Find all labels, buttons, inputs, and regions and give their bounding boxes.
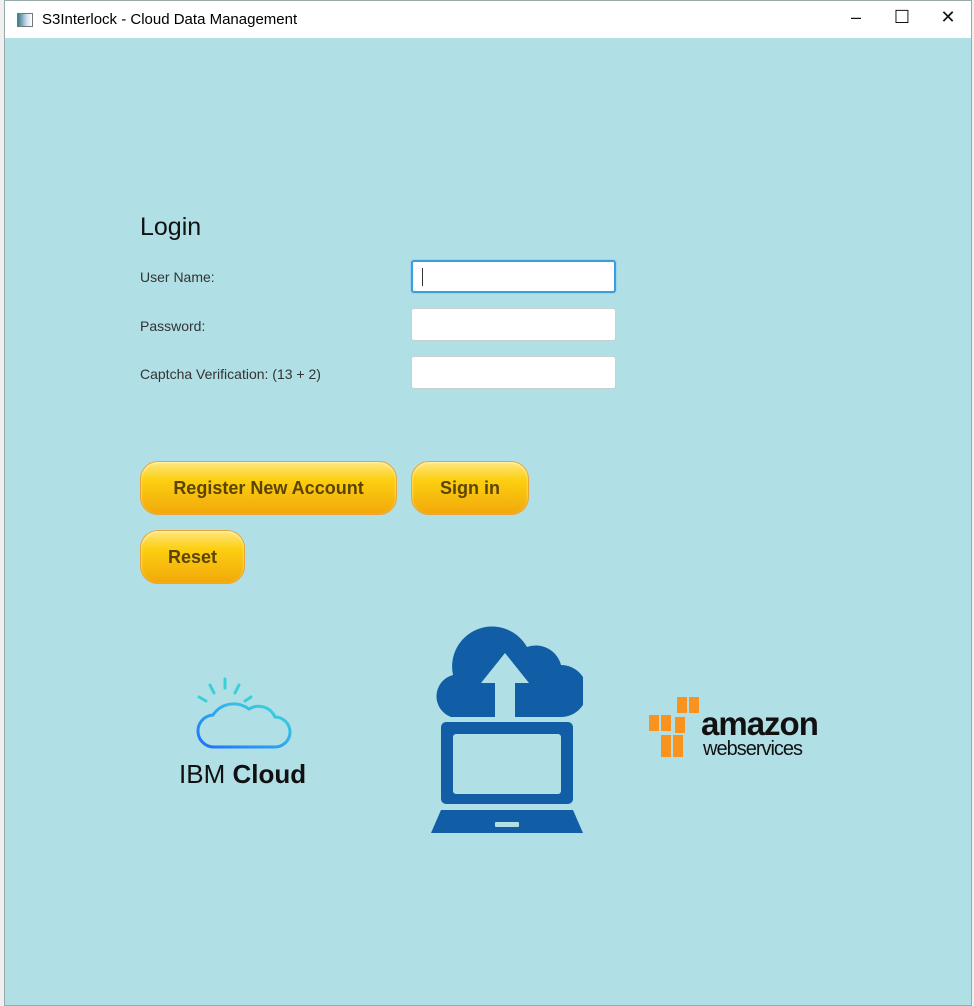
ibm-text: IBM	[179, 759, 226, 789]
ibm-cloud-logo: IBM Cloud	[175, 673, 315, 793]
password-label: Password:	[140, 318, 206, 334]
window-title: S3Interlock - Cloud Data Management	[42, 11, 298, 28]
text-caret	[422, 268, 423, 286]
title-bar: S3Interlock - Cloud Data Management – ☐ …	[5, 1, 971, 38]
sign-in-button[interactable]: Sign in	[411, 461, 529, 515]
register-button[interactable]: Register New Account	[140, 461, 397, 515]
username-label: User Name:	[140, 269, 215, 285]
ibm-cloud-icon	[196, 677, 292, 749]
app-icon	[17, 12, 33, 27]
captcha-input[interactable]	[411, 356, 616, 389]
cloud-text: Cloud	[232, 759, 307, 789]
aws-logo: amazon webservices	[647, 695, 827, 765]
login-heading: Login	[140, 213, 202, 241]
cloud-upload-laptop-icon	[431, 626, 583, 833]
captcha-label: Captcha Verification: (13 + 2)	[140, 366, 321, 382]
minimize-button[interactable]: –	[833, 1, 879, 33]
reset-button[interactable]: Reset	[140, 530, 245, 584]
aws-cubes-icon	[649, 697, 699, 757]
username-input[interactable]	[411, 260, 616, 293]
maximize-button[interactable]: ☐	[879, 1, 925, 33]
app-window: S3Interlock - Cloud Data Management – ☐ …	[4, 0, 972, 1006]
aws-webservices-text: webservices	[703, 738, 803, 760]
aws-amazon-text: amazon	[701, 705, 819, 742]
password-input[interactable]	[411, 308, 616, 341]
close-button[interactable]: ✕	[925, 1, 971, 33]
